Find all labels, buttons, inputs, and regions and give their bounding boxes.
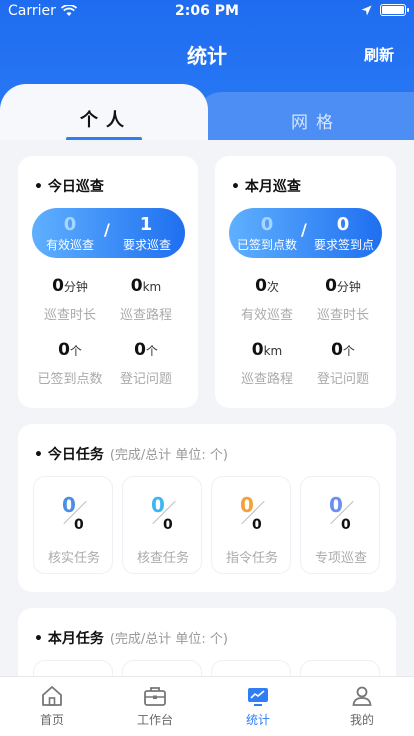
stat-item: 0分钟 巡查时长 bbox=[43, 276, 96, 323]
bottom-tab-bar: 首页 工作台 统计 我的 bbox=[0, 676, 414, 736]
stat-item: 0分钟 巡查时长 bbox=[316, 276, 369, 323]
battery-icon bbox=[380, 4, 409, 16]
tabbar-label: 工作台 bbox=[136, 713, 173, 727]
stat-item: 0个 登记问题 bbox=[316, 340, 369, 387]
task-tile-command[interactable]: 0 0 指令任务 bbox=[211, 476, 291, 574]
month-patrol-card: • 本月巡查 0 / 0 已签到点数 要求签到点 0次 有效巡查 0分钟 巡查时… bbox=[215, 156, 396, 408]
chart-icon bbox=[248, 688, 268, 706]
tabbar-label: 首页 bbox=[39, 713, 64, 727]
signed-points-label: 已签到点数 bbox=[236, 238, 297, 252]
card-title: • 本月任务 (完成/总计 单位: 个) bbox=[34, 631, 228, 647]
location-arrow-icon bbox=[361, 5, 372, 15]
today-patrol-card: • 今日巡查 0 / 1 有效巡查 要求巡查 0分钟 巡查时长 0km 巡查路程… bbox=[18, 156, 198, 408]
required-patrol-label: 要求巡查 bbox=[122, 238, 171, 252]
briefcase-icon bbox=[144, 687, 166, 706]
refresh-button[interactable]: 刷新 bbox=[364, 44, 394, 65]
tabbar-label: 统计 bbox=[245, 713, 270, 727]
tabbar-item-mine[interactable]: 我的 bbox=[332, 685, 392, 728]
task-tile-check[interactable]: 0 0 核查任务 bbox=[122, 476, 202, 574]
header: Carrier 2:06 PM 统计 刷新 网格 个人 bbox=[0, 0, 414, 150]
stat-item: 0个 登记问题 bbox=[119, 340, 172, 387]
stat-item: 0次 有效巡查 bbox=[240, 276, 293, 323]
card-title: • 今日任务 (完成/总计 单位: 个) bbox=[34, 447, 228, 463]
card-title: • 今日巡查 bbox=[34, 179, 104, 195]
stat-item: 0个 已签到点数 bbox=[37, 340, 103, 387]
tab-personal-label: 个人 bbox=[80, 110, 132, 131]
status-time: 2:06 PM bbox=[175, 3, 239, 19]
status-bar: Carrier 2:06 PM bbox=[0, 0, 414, 22]
stat-item: 0km 巡查路程 bbox=[240, 340, 293, 387]
signed-points-count: 0 bbox=[260, 214, 274, 235]
tabbar-item-home[interactable]: 首页 bbox=[22, 685, 82, 728]
task-tile-special[interactable]: 0 0 专项巡查 bbox=[300, 476, 380, 574]
today-tasks-card: • 今日任务 (完成/总计 单位: 个) 0 0 核实任务 0 0 核查任务 0 … bbox=[18, 424, 396, 592]
home-icon bbox=[42, 686, 62, 706]
month-patrol-summary: 0 / 0 已签到点数 要求签到点 bbox=[229, 208, 382, 258]
tabbar-item-stats[interactable]: 统计 bbox=[228, 685, 288, 728]
required-patrol-count: 1 bbox=[139, 214, 153, 235]
valid-patrol-count: 0 bbox=[63, 214, 77, 235]
required-points-count: 0 bbox=[336, 214, 350, 235]
user-icon bbox=[352, 686, 372, 706]
today-patrol-summary: 0 / 1 有效巡查 要求巡查 bbox=[32, 208, 185, 258]
tabbar-label: 我的 bbox=[349, 713, 374, 727]
card-title: • 本月巡查 bbox=[231, 179, 301, 195]
content-area: • 今日巡查 0 / 1 有效巡查 要求巡查 0分钟 巡查时长 0km 巡查路程… bbox=[0, 140, 414, 736]
tabbar-item-workbench[interactable]: 工作台 bbox=[125, 685, 185, 728]
valid-patrol-label: 有效巡查 bbox=[45, 238, 94, 252]
task-tile-verify[interactable]: 0 0 核实任务 bbox=[33, 476, 113, 574]
required-points-label: 要求签到点 bbox=[313, 238, 374, 252]
stat-item: 0km 巡查路程 bbox=[119, 276, 172, 323]
tab-grid-label: 网格 bbox=[291, 113, 341, 133]
page-title: 统计 bbox=[187, 44, 227, 68]
